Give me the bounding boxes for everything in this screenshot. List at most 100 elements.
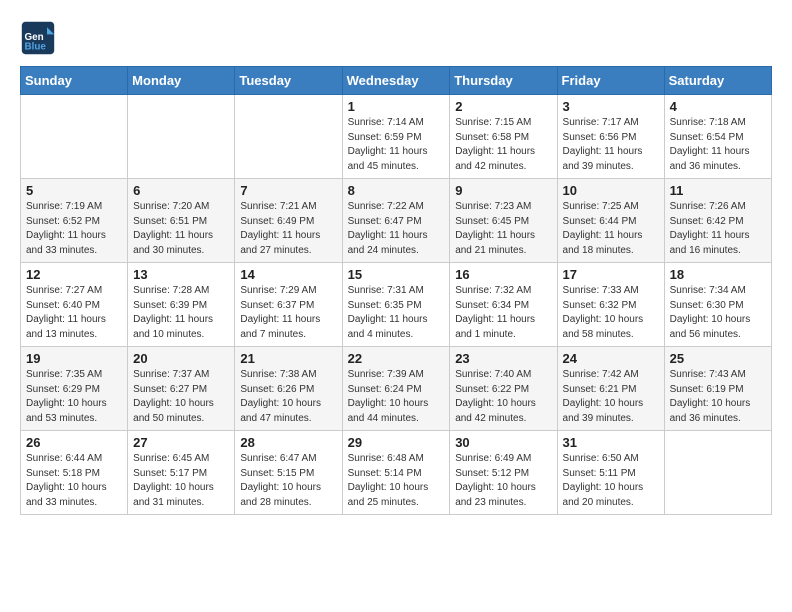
calendar-day-cell: 30Sunrise: 6:49 AM Sunset: 5:12 PM Dayli… [450,431,557,515]
calendar-day-cell: 5Sunrise: 7:19 AM Sunset: 6:52 PM Daylig… [21,179,128,263]
day-info: Sunrise: 7:37 AM Sunset: 6:27 PM Dayligh… [133,368,229,426]
calendar-day-cell [235,95,342,179]
calendar-day-header: Sunday [21,67,128,95]
day-number: 28 [240,435,336,450]
calendar-day-cell: 21 Sunrise: 7:38 AM Sunset: 6:26 PM Dayli… [235,347,342,431]
day-number: 24 [563,351,659,366]
day-number: 22 [348,351,445,366]
calendar-day-cell: 10 Sunrise: 7:25 AM Sunset: 6:44 PM Dayli… [557,179,664,263]
day-number: 8 [348,183,445,198]
day-info: Sunrise: 6:47 AM Sunset: 5:15 PM Dayligh… [240,452,336,510]
day-number: 6 [133,183,229,198]
calendar-day-cell: 1 Sunrise: 7:14 AM Sunset: 6:59 PM Daylig… [342,95,450,179]
calendar-day-cell: 8Sunrise: 7:22 AM Sunset: 6:47 PM Daylig… [342,179,450,263]
day-info: Sunrise: 7:33 AM Sunset: 6:32 PM Dayligh… [563,284,659,342]
day-number: 23 [455,351,551,366]
calendar-day-cell: 16 Sunrise: 7:32 AM Sunset: 6:34 PM Dayli… [450,263,557,347]
calendar-day-cell: 22 Sunrise: 7:39 AM Sunset: 6:24 PM Dayli… [342,347,450,431]
day-info: Sunrise: 7:32 AM Sunset: 6:34 PM Dayligh… [455,284,551,342]
calendar-day-cell: 23 Sunrise: 7:40 AM Sunset: 6:22 PM Dayli… [450,347,557,431]
calendar-day-cell: 11 Sunrise: 7:26 AM Sunset: 6:42 PM Dayli… [664,179,771,263]
day-number: 31 [563,435,659,450]
day-info: Sunrise: 7:15 AM Sunset: 6:58 PM Dayligh… [455,116,551,174]
day-info: Sunrise: 7:29 AM Sunset: 6:37 PM Dayligh… [240,284,336,342]
day-number: 10 [563,183,659,198]
header: Gen Blue [20,20,772,56]
day-number: 25 [670,351,766,366]
calendar-week-row: 26Sunrise: 6:44 AM Sunset: 5:18 PM Dayli… [21,431,772,515]
calendar-week-row: 19 Sunrise: 7:35 AM Sunset: 6:29 PM Dayli… [21,347,772,431]
day-info: Sunrise: 7:25 AM Sunset: 6:44 PM Dayligh… [563,200,659,258]
day-info: Sunrise: 6:45 AM Sunset: 5:17 PM Dayligh… [133,452,229,510]
day-number: 9 [455,183,551,198]
day-info: Sunrise: 7:28 AM Sunset: 6:39 PM Dayligh… [133,284,229,342]
day-info: Sunrise: 7:43 AM Sunset: 6:19 PM Dayligh… [670,368,766,426]
day-number: 27 [133,435,229,450]
calendar-day-cell: 4 Sunrise: 7:18 AM Sunset: 6:54 PM Daylig… [664,95,771,179]
calendar-day-cell: 15 Sunrise: 7:31 AM Sunset: 6:35 PM Dayli… [342,263,450,347]
day-info: Sunrise: 7:40 AM Sunset: 6:22 PM Dayligh… [455,368,551,426]
day-number: 20 [133,351,229,366]
calendar-day-cell: 2 Sunrise: 7:15 AM Sunset: 6:58 PM Daylig… [450,95,557,179]
day-number: 15 [348,267,445,282]
day-info: Sunrise: 7:20 AM Sunset: 6:51 PM Dayligh… [133,200,229,258]
calendar-day-cell: 26Sunrise: 6:44 AM Sunset: 5:18 PM Dayli… [21,431,128,515]
day-number: 16 [455,267,551,282]
day-number: 30 [455,435,551,450]
day-number: 29 [348,435,445,450]
day-info: Sunrise: 7:42 AM Sunset: 6:21 PM Dayligh… [563,368,659,426]
day-number: 3 [563,99,659,114]
calendar-day-cell: 29 Sunrise: 6:48 AM Sunset: 5:14 PM Dayli… [342,431,450,515]
day-info: Sunrise: 7:26 AM Sunset: 6:42 PM Dayligh… [670,200,766,258]
day-number: 14 [240,267,336,282]
calendar-day-cell: 19 Sunrise: 7:35 AM Sunset: 6:29 PM Dayli… [21,347,128,431]
calendar-day-cell: 31 Sunrise: 6:50 AM Sunset: 5:11 PM Dayli… [557,431,664,515]
day-info: Sunrise: 7:38 AM Sunset: 6:26 PM Dayligh… [240,368,336,426]
day-info: Sunrise: 7:18 AM Sunset: 6:54 PM Dayligh… [670,116,766,174]
day-info: Sunrise: 7:31 AM Sunset: 6:35 PM Dayligh… [348,284,445,342]
day-info: Sunrise: 6:48 AM Sunset: 5:14 PM Dayligh… [348,452,445,510]
calendar-day-cell: 7 Sunrise: 7:21 AM Sunset: 6:49 PM Daylig… [235,179,342,263]
calendar-day-cell: 20 Sunrise: 7:37 AM Sunset: 6:27 PM Dayli… [128,347,235,431]
calendar-day-cell: 18Sunrise: 7:34 AM Sunset: 6:30 PM Dayli… [664,263,771,347]
day-number: 7 [240,183,336,198]
day-info: Sunrise: 7:23 AM Sunset: 6:45 PM Dayligh… [455,200,551,258]
calendar-day-cell: 17Sunrise: 7:33 AM Sunset: 6:32 PM Dayli… [557,263,664,347]
calendar-day-cell: 27 Sunrise: 6:45 AM Sunset: 5:17 PM Dayli… [128,431,235,515]
day-info: Sunrise: 7:35 AM Sunset: 6:29 PM Dayligh… [26,368,122,426]
day-info: Sunrise: 7:27 AM Sunset: 6:40 PM Dayligh… [26,284,122,342]
calendar-day-cell: 3 Sunrise: 7:17 AM Sunset: 6:56 PM Daylig… [557,95,664,179]
day-number: 4 [670,99,766,114]
calendar-day-cell: 13Sunrise: 7:28 AM Sunset: 6:39 PM Dayli… [128,263,235,347]
calendar-day-cell [128,95,235,179]
calendar-day-header: Saturday [664,67,771,95]
day-number: 1 [348,99,445,114]
day-info: Sunrise: 7:39 AM Sunset: 6:24 PM Dayligh… [348,368,445,426]
day-number: 21 [240,351,336,366]
day-info: Sunrise: 6:44 AM Sunset: 5:18 PM Dayligh… [26,452,122,510]
calendar-day-cell: 25 Sunrise: 7:43 AM Sunset: 6:19 PM Dayli… [664,347,771,431]
calendar-table: SundayMondayTuesdayWednesdayThursdayFrid… [20,66,772,515]
day-number: 18 [670,267,766,282]
day-info: Sunrise: 7:17 AM Sunset: 6:56 PM Dayligh… [563,116,659,174]
calendar-header-row: SundayMondayTuesdayWednesdayThursdayFrid… [21,67,772,95]
day-number: 2 [455,99,551,114]
calendar-day-cell [664,431,771,515]
svg-text:Blue: Blue [25,42,47,53]
logo: Gen Blue [20,20,60,56]
day-info: Sunrise: 7:21 AM Sunset: 6:49 PM Dayligh… [240,200,336,258]
calendar-day-cell: 12 Sunrise: 7:27 AM Sunset: 6:40 PM Dayli… [21,263,128,347]
calendar-week-row: 1 Sunrise: 7:14 AM Sunset: 6:59 PM Daylig… [21,95,772,179]
day-number: 12 [26,267,122,282]
day-number: 11 [670,183,766,198]
calendar-day-cell: 6 Sunrise: 7:20 AM Sunset: 6:51 PM Daylig… [128,179,235,263]
calendar-week-row: 12 Sunrise: 7:27 AM Sunset: 6:40 PM Dayli… [21,263,772,347]
calendar-day-cell: 9 Sunrise: 7:23 AM Sunset: 6:45 PM Daylig… [450,179,557,263]
day-number: 19 [26,351,122,366]
day-info: Sunrise: 7:14 AM Sunset: 6:59 PM Dayligh… [348,116,445,174]
day-info: Sunrise: 6:50 AM Sunset: 5:11 PM Dayligh… [563,452,659,510]
calendar-day-header: Monday [128,67,235,95]
calendar-day-header: Thursday [450,67,557,95]
logo-icon: Gen Blue [20,20,56,56]
calendar-day-cell [21,95,128,179]
